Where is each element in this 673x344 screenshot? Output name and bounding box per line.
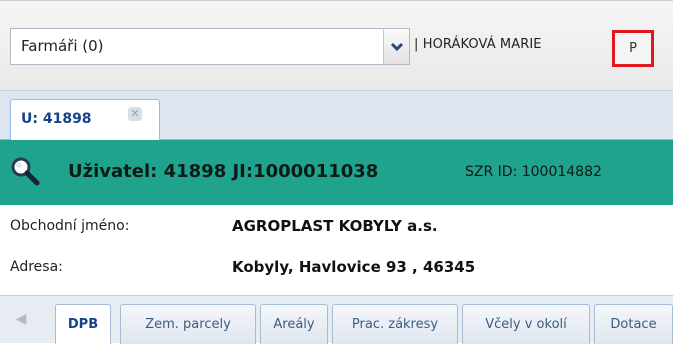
close-icon[interactable]: ✕ bbox=[128, 107, 142, 121]
address-label: Adresa: bbox=[10, 259, 63, 275]
combobox-trigger[interactable] bbox=[383, 29, 409, 64]
tab-vcely-v-okoli[interactable]: Včely v okolí bbox=[462, 304, 590, 344]
tab-zem-parcely[interactable]: Zem. parcely bbox=[120, 304, 256, 344]
tab-prac-zakresy[interactable]: Prac. zákresy bbox=[332, 304, 458, 344]
tab-prac-zakresy-label: Prac. zákresy bbox=[351, 317, 439, 332]
tab-vcely-v-okoli-label: Včely v okolí bbox=[485, 317, 567, 332]
address-value: Kobyly, Havlovice 93 , 46345 bbox=[232, 258, 476, 276]
tab-zem-parcely-label: Zem. parcely bbox=[145, 317, 231, 332]
tab-dpb-label: DPB bbox=[67, 317, 99, 332]
current-user-label: | HORÁKOVÁ MARIE bbox=[414, 37, 542, 52]
tab-strip: U: 41898 ✕ bbox=[0, 90, 673, 141]
farmers-combobox[interactable]: Farmáři (0) bbox=[10, 28, 410, 65]
user-header: Uživatel: 41898 JI:1000011038 SZR ID: 10… bbox=[0, 140, 673, 205]
tab-dotace[interactable]: Dotace bbox=[594, 304, 673, 344]
tab-dpb[interactable]: DPB bbox=[55, 304, 111, 344]
business-name-label: Obchodní jméno: bbox=[10, 218, 130, 234]
business-name-value: AGROPLAST KOBYLY a.s. bbox=[232, 217, 438, 235]
tab-arealy-label: Areály bbox=[273, 317, 315, 332]
p-button[interactable]: P bbox=[612, 30, 654, 67]
p-button-label: P bbox=[629, 41, 637, 56]
tab-dotace-label: Dotace bbox=[610, 317, 657, 332]
arrow-left-icon[interactable]: ◀ bbox=[9, 306, 33, 332]
tab-user-41898[interactable]: U: 41898 ✕ bbox=[10, 99, 160, 141]
chevron-down-icon bbox=[390, 42, 403, 51]
toolbar: Farmáři (0) | HORÁKOVÁ MARIE P bbox=[0, 0, 673, 90]
szr-id: SZR ID: 100014882 bbox=[465, 164, 602, 180]
magnifier-icon bbox=[11, 157, 40, 186]
user-title: Uživatel: 41898 JI:1000011038 bbox=[68, 161, 379, 182]
tab-arealy[interactable]: Areály bbox=[260, 304, 328, 344]
tab-label: U: 41898 bbox=[21, 111, 92, 127]
combobox-value: Farmáři (0) bbox=[21, 37, 104, 55]
